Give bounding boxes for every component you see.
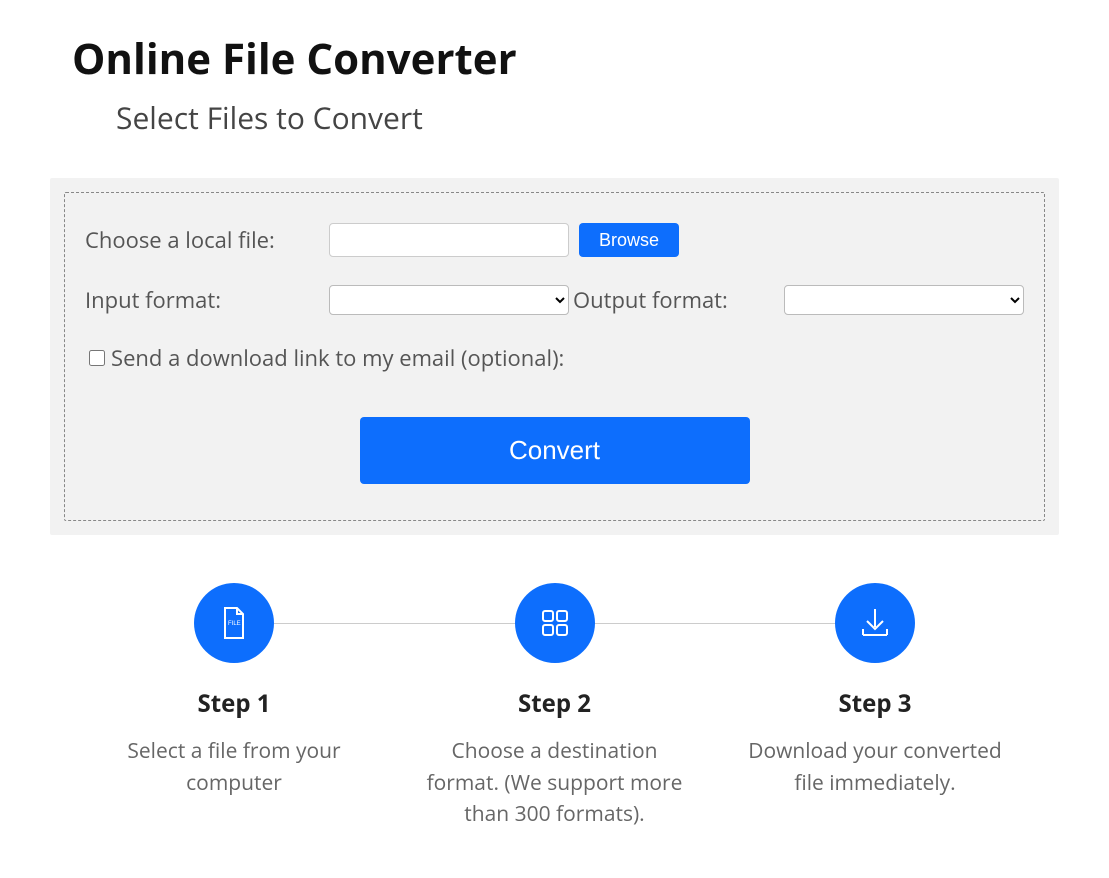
grid-icon: [515, 583, 595, 663]
page-title: Online File Converter: [72, 30, 1059, 87]
dropzone[interactable]: Choose a local file: Browse Input format…: [64, 192, 1045, 521]
file-icon: FILE: [194, 583, 274, 663]
step-title: Step 1: [94, 687, 374, 720]
step-desc: Choose a destination format. (We support…: [415, 736, 695, 831]
output-format-select[interactable]: [784, 285, 1024, 315]
download-icon: [835, 583, 915, 663]
convert-button[interactable]: Convert: [360, 417, 750, 484]
step-2: Step 2 Choose a destination format. (We …: [415, 583, 695, 831]
upload-panel: Choose a local file: Browse Input format…: [50, 178, 1059, 535]
step-title: Step 3: [735, 687, 1015, 720]
step-title: Step 2: [415, 687, 695, 720]
step-desc: Download your converted file immediately…: [735, 736, 1015, 799]
steps-section: FILE Step 1 Select a file from your comp…: [50, 583, 1059, 831]
step-3: Step 3 Download your converted file imme…: [735, 583, 1015, 799]
browse-button[interactable]: Browse: [579, 223, 679, 257]
output-format-label: Output format:: [569, 285, 784, 315]
step-1: FILE Step 1 Select a file from your comp…: [94, 583, 374, 799]
email-link-checkbox[interactable]: [89, 350, 105, 366]
choose-file-label: Choose a local file:: [85, 225, 329, 255]
file-path-input[interactable]: [329, 223, 569, 257]
step-desc: Select a file from your computer: [94, 736, 374, 799]
input-format-select[interactable]: [329, 285, 569, 315]
page-subtitle: Select Files to Convert: [116, 97, 1059, 138]
input-format-label: Input format:: [85, 285, 329, 315]
email-link-label: Send a download link to my email (option…: [111, 343, 564, 373]
svg-text:FILE: FILE: [228, 621, 241, 627]
